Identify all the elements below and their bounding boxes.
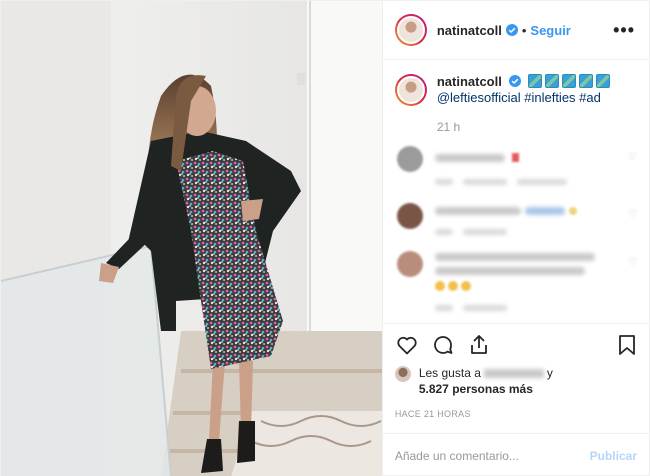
likes-summary: Les gusta a y 5.827 personas más	[383, 365, 649, 397]
mention-link[interactable]: @leftiesofficial	[437, 90, 521, 105]
comment-icon[interactable]	[431, 333, 455, 357]
publish-button[interactable]: Publicar	[590, 449, 637, 463]
post-photo[interactable]	[1, 1, 382, 476]
follow-button[interactable]: Seguir	[530, 23, 570, 38]
comment-item: ♡	[395, 203, 637, 235]
flag-emoji-icon	[596, 74, 611, 88]
caption-username[interactable]: natinatcoll	[437, 74, 502, 89]
caption-time: 21 h	[436, 120, 461, 134]
flag-emoji-icon	[528, 74, 543, 88]
comment-like-icon[interactable]: ♡	[628, 209, 637, 220]
comment-like-icon[interactable]: ♡	[628, 257, 637, 268]
post-header: natinatcoll • Seguir •••	[382, 1, 649, 60]
author-avatar[interactable]	[394, 14, 427, 46]
add-comment-bar: Publicar	[382, 433, 649, 476]
comments-section[interactable]: natinatcoll @leftiesofficial #inlefties …	[383, 60, 649, 323]
post-timestamp: HACE 21 HORAS	[394, 409, 471, 419]
comment-item: ♡	[395, 146, 637, 185]
photo-illustration	[1, 1, 382, 476]
caption-body: natinatcoll @leftiesofficial #inlefties …	[437, 74, 611, 106]
author-username[interactable]: natinatcoll	[437, 23, 502, 38]
heart-icon[interactable]	[395, 333, 419, 357]
comment-item: ♡	[395, 251, 637, 311]
likes-prefix: Les gusta a	[418, 366, 481, 380]
likes-count[interactable]: 5.827 personas más	[419, 382, 533, 396]
more-options-icon[interactable]: •••	[613, 20, 635, 41]
hashtag-links[interactable]: #inlefties #ad	[524, 90, 601, 105]
verified-icon	[509, 75, 522, 87]
caption-avatar[interactable]	[394, 74, 427, 106]
verified-icon	[505, 24, 518, 36]
separator-dot: •	[521, 22, 527, 38]
blurred-comment-text	[434, 154, 505, 162]
comment-input[interactable]	[394, 448, 590, 463]
post-actions	[382, 323, 649, 365]
instagram-post: natinatcoll • Seguir ••• natinatcoll @le…	[0, 0, 650, 476]
commenter-avatar	[396, 203, 423, 229]
likes-suffix: y	[546, 366, 553, 380]
blurred-emoji	[512, 153, 520, 162]
commenter-avatar	[396, 146, 423, 172]
commenter-avatar	[396, 251, 423, 277]
flag-emoji-icon	[562, 74, 577, 88]
share-icon[interactable]	[467, 333, 491, 357]
flag-emoji-icon	[579, 74, 594, 88]
post-panel: natinatcoll • Seguir ••• natinatcoll @le…	[381, 1, 649, 476]
liker-avatar[interactable]	[394, 366, 411, 382]
bookmark-icon[interactable]	[615, 333, 639, 357]
comment-like-icon[interactable]: ♡	[628, 152, 637, 163]
blurred-liker-name	[483, 369, 544, 378]
caption: natinatcoll @leftiesofficial #inlefties …	[394, 74, 637, 106]
flag-emoji-icon	[545, 74, 560, 88]
